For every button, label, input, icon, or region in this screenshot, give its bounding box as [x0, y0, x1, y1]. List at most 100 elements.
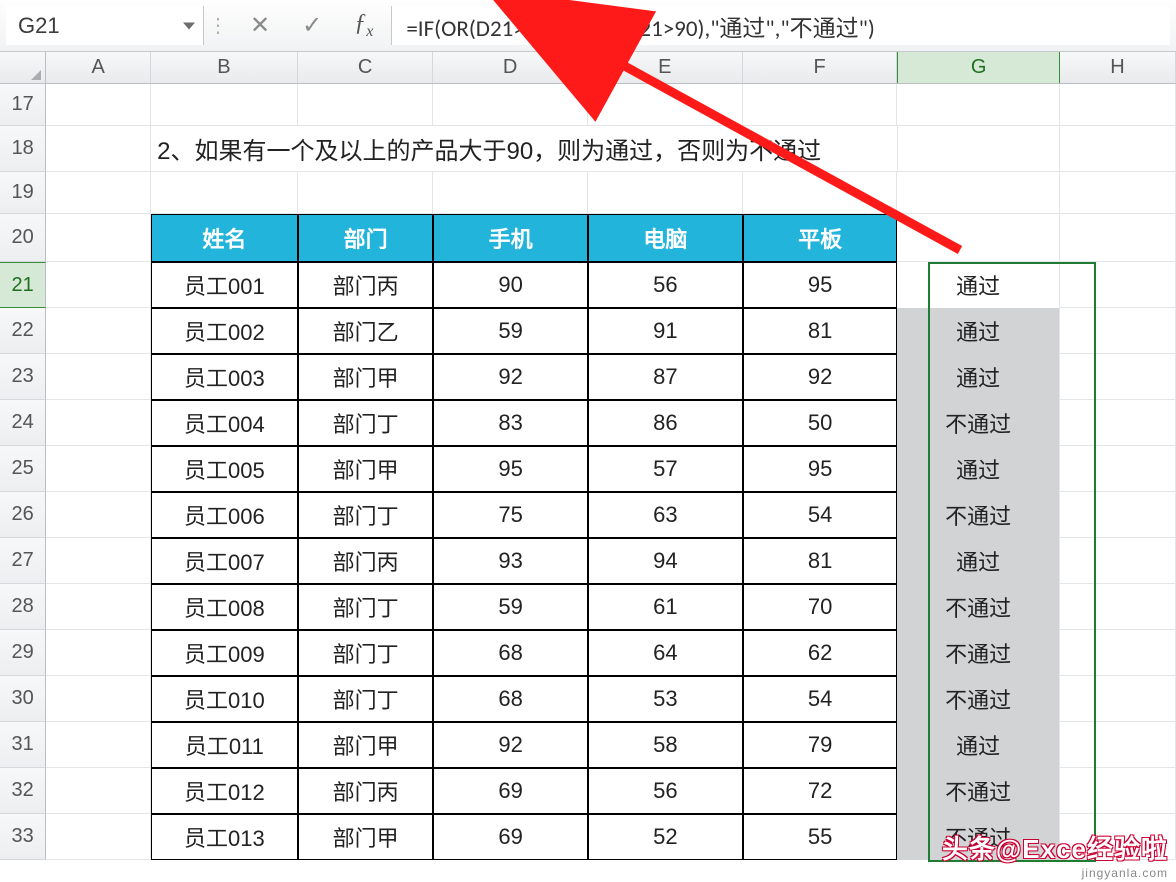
td-result[interactable]: 通过 — [897, 262, 1059, 308]
td-name[interactable]: 员工004 — [151, 400, 298, 446]
td-tablet[interactable]: 95 — [743, 446, 898, 492]
td-name[interactable]: 员工005 — [151, 446, 298, 492]
cell[interactable] — [1060, 126, 1176, 172]
td-name[interactable]: 员工001 — [151, 262, 298, 308]
cell[interactable] — [588, 172, 743, 214]
td-phone[interactable]: 68 — [433, 630, 588, 676]
td-tablet[interactable]: 70 — [743, 584, 898, 630]
cell[interactable] — [46, 126, 151, 172]
cell[interactable] — [46, 584, 151, 630]
row-header[interactable]: 31 — [0, 722, 46, 768]
td-pc[interactable]: 52 — [588, 814, 743, 860]
td-pc[interactable]: 58 — [588, 722, 743, 768]
th-dept[interactable]: 部门 — [298, 214, 433, 262]
cell[interactable] — [1060, 262, 1176, 308]
td-phone[interactable]: 59 — [433, 308, 588, 354]
col-header[interactable]: E — [588, 52, 743, 83]
name-box[interactable]: G21 — [6, 6, 204, 45]
cell[interactable] — [46, 492, 151, 538]
cell[interactable] — [46, 308, 151, 354]
td-tablet[interactable]: 95 — [743, 262, 898, 308]
cell[interactable] — [743, 84, 898, 126]
cell[interactable] — [1060, 768, 1176, 814]
cell[interactable] — [46, 722, 151, 768]
cell[interactable] — [46, 676, 151, 722]
cell[interactable] — [1060, 722, 1176, 768]
td-pc[interactable]: 63 — [588, 492, 743, 538]
row-header[interactable]: 29 — [0, 630, 46, 676]
row-header[interactable]: 18 — [0, 126, 46, 172]
row-header[interactable]: 28 — [0, 584, 46, 630]
row-header[interactable]: 30 — [0, 676, 46, 722]
row-header[interactable]: 21 — [0, 262, 46, 308]
cell[interactable] — [1060, 538, 1176, 584]
col-header[interactable]: F — [743, 52, 898, 83]
cell[interactable] — [897, 172, 1059, 214]
td-phone[interactable]: 92 — [433, 722, 588, 768]
confirm-icon[interactable]: ✓ — [302, 14, 322, 38]
row-header[interactable]: 24 — [0, 400, 46, 446]
col-header[interactable]: A — [46, 52, 150, 83]
cell[interactable] — [433, 84, 588, 126]
td-tablet[interactable]: 54 — [743, 676, 898, 722]
td-dept[interactable]: 部门甲 — [298, 722, 433, 768]
td-name[interactable]: 员工008 — [151, 584, 298, 630]
cell[interactable] — [46, 446, 151, 492]
cell[interactable] — [46, 172, 151, 214]
td-result[interactable]: 通过 — [897, 722, 1059, 768]
td-tablet[interactable]: 54 — [743, 492, 898, 538]
row-header[interactable]: 32 — [0, 768, 46, 814]
td-pc[interactable]: 61 — [588, 584, 743, 630]
td-pc[interactable]: 57 — [588, 446, 743, 492]
th-name[interactable]: 姓名 — [151, 214, 298, 262]
instruction-cell[interactable]: 2、如果有一个及以上的产品大于90，则为通过，否则为不通过 — [151, 126, 897, 172]
td-pc[interactable]: 86 — [588, 400, 743, 446]
td-name[interactable]: 员工012 — [151, 768, 298, 814]
td-name[interactable]: 员工011 — [151, 722, 298, 768]
cell[interactable] — [1060, 630, 1176, 676]
td-name[interactable]: 员工007 — [151, 538, 298, 584]
cell[interactable] — [1060, 446, 1176, 492]
td-tablet[interactable]: 81 — [743, 308, 898, 354]
td-pc[interactable]: 56 — [588, 262, 743, 308]
cell[interactable] — [1060, 492, 1176, 538]
td-result[interactable]: 不通过 — [897, 768, 1059, 814]
cell[interactable] — [298, 84, 433, 126]
cell[interactable] — [1060, 214, 1176, 262]
td-phone[interactable]: 69 — [433, 814, 588, 860]
td-dept[interactable]: 部门丙 — [298, 768, 433, 814]
fx-icon[interactable]: ƒx — [354, 11, 373, 40]
td-pc[interactable]: 64 — [588, 630, 743, 676]
cell[interactable] — [46, 214, 151, 262]
cell[interactable] — [743, 172, 898, 214]
row-header[interactable]: 33 — [0, 814, 46, 860]
row-header[interactable]: 19 — [0, 172, 46, 214]
td-phone[interactable]: 68 — [433, 676, 588, 722]
td-pc[interactable]: 91 — [588, 308, 743, 354]
cell[interactable] — [1060, 676, 1176, 722]
td-result[interactable]: 不通过 — [897, 630, 1059, 676]
cell[interactable] — [1060, 172, 1176, 214]
cell[interactable] — [298, 172, 433, 214]
cell[interactable] — [897, 214, 1059, 262]
td-name[interactable]: 员工013 — [151, 814, 298, 860]
td-tablet[interactable]: 92 — [743, 354, 898, 400]
cell[interactable] — [1060, 354, 1176, 400]
td-result[interactable]: 通过 — [897, 538, 1059, 584]
cell[interactable] — [897, 126, 1060, 172]
cell[interactable] — [588, 84, 743, 126]
td-name[interactable]: 员工006 — [151, 492, 298, 538]
td-dept[interactable]: 部门甲 — [298, 814, 433, 860]
td-phone[interactable]: 59 — [433, 584, 588, 630]
td-dept[interactable]: 部门丁 — [298, 400, 433, 446]
td-tablet[interactable]: 72 — [743, 768, 898, 814]
td-dept[interactable]: 部门丁 — [298, 584, 433, 630]
cell[interactable] — [46, 354, 151, 400]
col-header[interactable]: B — [151, 52, 298, 83]
td-phone[interactable]: 83 — [433, 400, 588, 446]
cell[interactable] — [46, 538, 151, 584]
td-phone[interactable]: 93 — [433, 538, 588, 584]
td-tablet[interactable]: 79 — [743, 722, 898, 768]
td-phone[interactable]: 69 — [433, 768, 588, 814]
cell[interactable] — [151, 172, 298, 214]
